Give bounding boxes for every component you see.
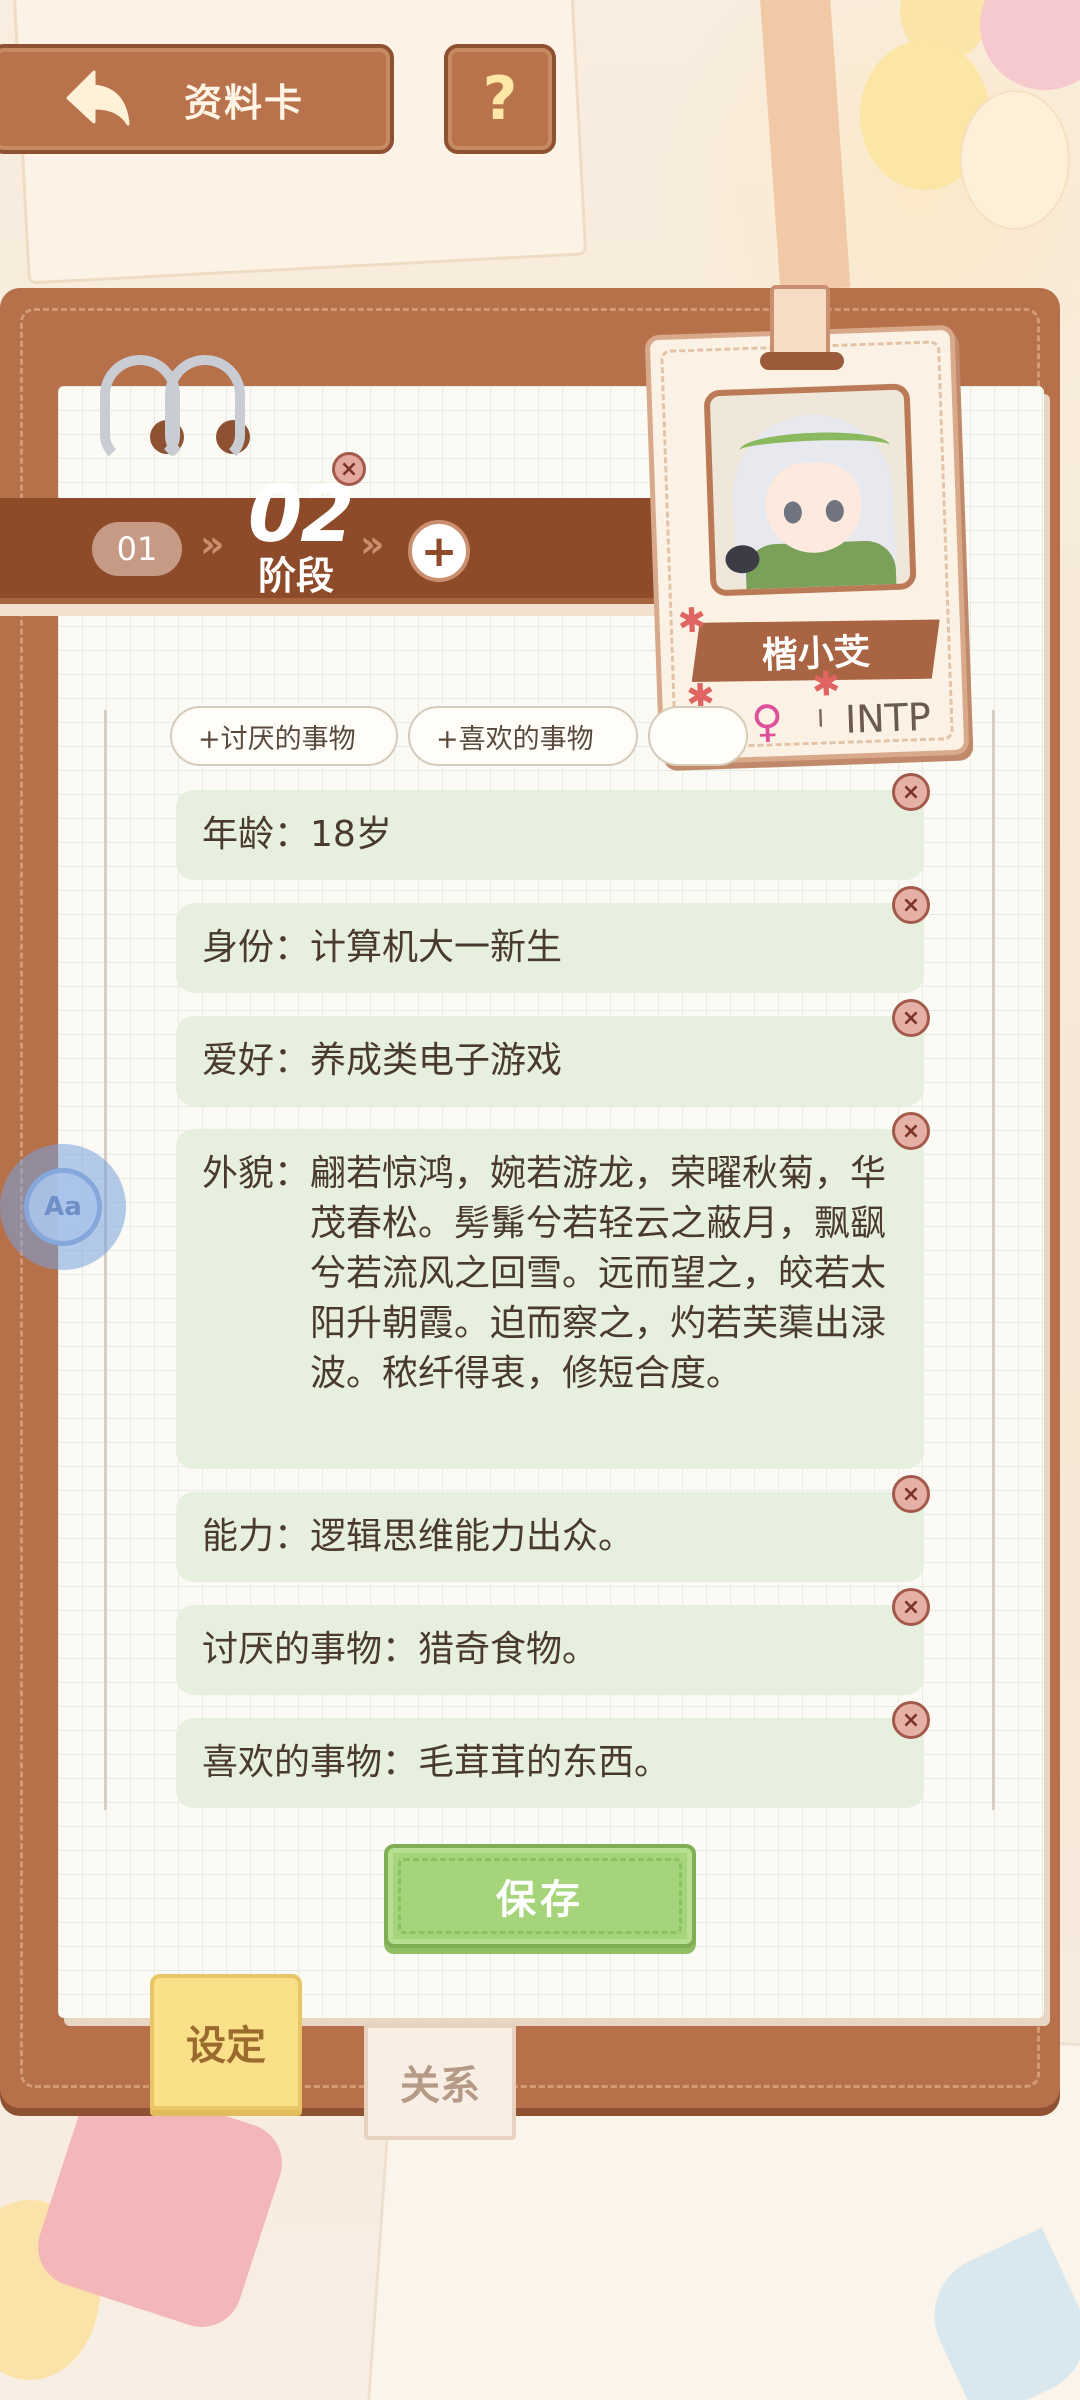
field-value: 毛茸茸的东西。: [418, 1742, 671, 1783]
field-value: 养成类电子游戏: [310, 1040, 563, 1081]
add-dislikes-chip[interactable]: +讨厌的事物: [170, 706, 398, 766]
delete-field-button[interactable]: ×: [892, 1701, 930, 1739]
field-age[interactable]: 年龄： 18岁: [176, 790, 924, 880]
delete-field-button[interactable]: ×: [892, 999, 930, 1037]
field-likes[interactable]: 喜欢的事物： 毛茸茸的东西。: [176, 1718, 924, 1808]
female-icon: ♀: [750, 695, 785, 749]
field-dislikes[interactable]: 讨厌的事物： 猎奇食物。: [176, 1605, 924, 1695]
tab-settings[interactable]: 设定: [150, 1974, 302, 2110]
field-value: 18岁: [310, 814, 392, 855]
field-value: 猎奇食物。: [418, 1629, 599, 1670]
profile-badge: 楷小芠 ✱ ✱ ✱ ♀ I INTP: [644, 324, 970, 766]
page-margin-line: [992, 710, 995, 1810]
stage-tab-01[interactable]: 01: [92, 522, 182, 576]
delete-field-button[interactable]: ×: [892, 1112, 930, 1150]
field-value: 逻辑思维能力出众。: [310, 1516, 635, 1557]
question-icon: ?: [482, 64, 518, 134]
stage-current-label: 阶段: [258, 554, 335, 598]
delete-field-button[interactable]: ×: [892, 1475, 930, 1513]
save-button-stitching: [398, 1858, 682, 1934]
avatar[interactable]: [703, 383, 917, 597]
field-key: 能力：: [202, 1516, 311, 1557]
field-appearance[interactable]: 外貌： 翩若惊鸿，婉若游龙，荣曜秋菊，华茂春松。髣髴兮若轻云之蔽月，飘飖兮若流风…: [176, 1129, 924, 1469]
stage-add-button[interactable]: +: [408, 520, 470, 582]
field-key: 讨厌的事物：: [202, 1629, 419, 1670]
add-likes-chip[interactable]: +喜欢的事物: [408, 706, 638, 766]
balloon-decoration: [960, 90, 1070, 230]
field-key: 外貌：: [202, 1153, 311, 1194]
mbti-separator: I: [816, 704, 825, 733]
binder-ring: [165, 355, 245, 465]
text-size-icon: Aa: [24, 1168, 102, 1246]
stage-remove-button[interactable]: ×: [332, 452, 366, 486]
chevron-right-icon: »: [360, 522, 385, 566]
chevron-right-icon: »: [200, 522, 225, 566]
delete-field-button[interactable]: ×: [892, 886, 930, 924]
badge-clip-bar: [760, 352, 844, 370]
delete-field-button[interactable]: ×: [892, 1588, 930, 1626]
floating-assistant-button[interactable]: Aa: [0, 1144, 126, 1270]
field-value: 翩若惊鸿，婉若游龙，荣曜秋菊，华茂春松。髣髴兮若轻云之蔽月，飘飖兮若流风之回雪。…: [310, 1153, 887, 1394]
back-arrow-icon: [66, 70, 130, 126]
field-hobby[interactable]: 爱好： 养成类电子游戏: [176, 1016, 924, 1106]
field-value: 计算机大一新生: [310, 927, 563, 968]
field-key: 身份：: [202, 927, 311, 968]
add-chip-partial[interactable]: [648, 706, 748, 766]
save-button[interactable]: 保存: [384, 1844, 696, 1948]
star-icon: ✱: [811, 663, 842, 705]
delete-field-button[interactable]: ×: [892, 773, 930, 811]
field-key: 爱好：: [202, 1040, 311, 1081]
star-icon: ✱: [676, 600, 707, 642]
help-button[interactable]: ?: [444, 44, 556, 154]
field-key: 喜欢的事物：: [202, 1742, 419, 1783]
field-ability[interactable]: 能力： 逻辑思维能力出众。: [176, 1492, 924, 1582]
field-identity[interactable]: 身份： 计算机大一新生: [176, 903, 924, 993]
tab-relations[interactable]: 关系: [364, 2024, 516, 2140]
field-key: 年龄：: [202, 814, 311, 855]
back-button[interactable]: 资料卡: [0, 44, 394, 154]
mbti-type: INTP: [844, 694, 932, 742]
back-button-label: 资料卡: [184, 80, 305, 125]
page-margin-line: [104, 710, 107, 1810]
